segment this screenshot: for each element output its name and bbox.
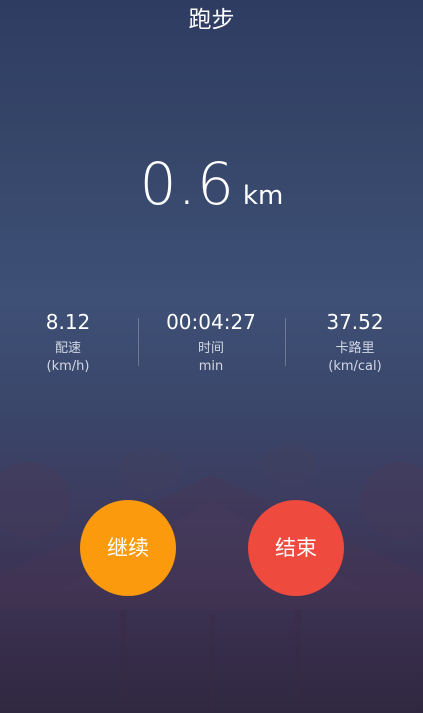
time-value: 00:04:27	[166, 310, 256, 334]
stat-time: 00:04:27 时间 min	[141, 308, 281, 376]
pace-label: 配速	[54, 341, 81, 356]
calories-unit: (km/cal)	[328, 359, 382, 374]
page-title: 跑步	[188, 7, 235, 33]
background-scene-illustration	[0, 445, 423, 710]
time-unit: min	[198, 359, 224, 374]
calories-value: 37.52	[326, 310, 384, 334]
stat-calories: 37.52 卡路里 (km/cal)	[285, 308, 423, 376]
stats-divider	[138, 318, 139, 366]
distance-unit: km	[242, 181, 284, 211]
stats-row: 8.12 配速 (km/h) 00:04:27 时间 min 37.52 卡路里…	[0, 308, 423, 380]
time-label: 时间	[197, 341, 224, 356]
pace-value: 8.12	[45, 310, 91, 334]
continue-button[interactable]: 继续	[80, 500, 176, 596]
pace-unit: (km/h)	[46, 359, 90, 374]
distance-display: 0.6 km	[0, 150, 423, 218]
end-button[interactable]: 结束	[248, 500, 344, 596]
stat-pace: 8.12 配速 (km/h)	[0, 308, 138, 376]
distance-value: 0.6	[139, 150, 235, 218]
calories-label: 卡路里	[335, 341, 375, 356]
stats-divider	[285, 318, 286, 366]
